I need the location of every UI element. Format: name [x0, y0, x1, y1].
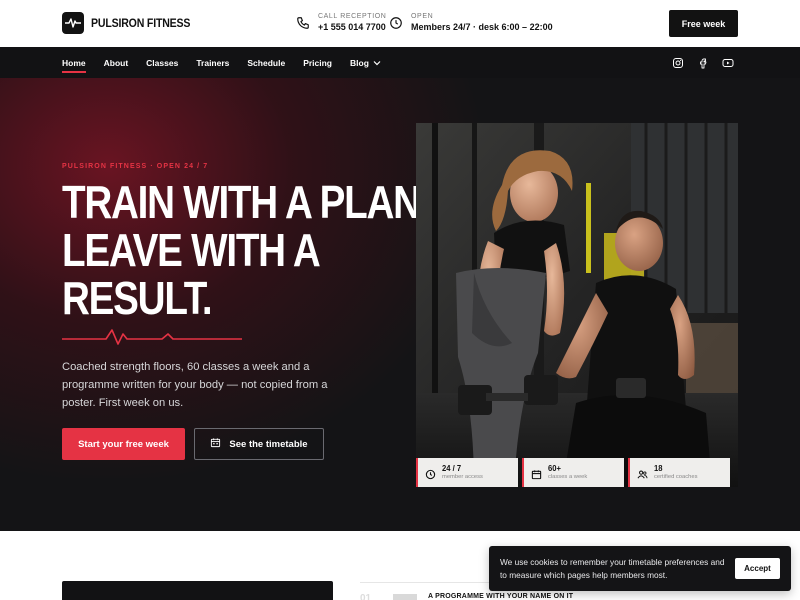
open-label: OPEN [411, 13, 434, 20]
stat-card-access: 24 / 7 member access [416, 458, 518, 487]
headline-line: RESULT. [62, 272, 213, 324]
nav-label: Trainers [196, 57, 230, 68]
cookie-banner: We use cookies to remember your timetabl… [489, 546, 791, 591]
instagram-icon[interactable] [672, 56, 684, 68]
phone-icon [296, 16, 310, 30]
hero-photo [416, 123, 738, 487]
stat-value: 18 [654, 463, 663, 474]
pulse-logo-icon [62, 12, 84, 34]
brand-name: PULSIRON FITNESS [91, 16, 191, 30]
stat-label: certified coaches [654, 473, 698, 480]
accept-cookies-button[interactable]: Accept [735, 558, 780, 579]
clock-icon [425, 467, 436, 480]
stat-value: 24 / 7 [442, 463, 462, 474]
hero-headline: TRAIN WITH A PLAN. LEAVE WITH A RESULT. [62, 176, 431, 324]
row-number: 01 [360, 593, 372, 600]
facebook-icon[interactable] [697, 56, 709, 69]
calendar-icon [210, 437, 221, 451]
coaches-icon [637, 467, 648, 479]
opening-hours: OPEN Members 24/7 · desk 6:00 – 22:00 [389, 13, 553, 32]
nav-label: Pricing [303, 57, 332, 68]
hero-lede: Coached strength floors, 60 classes a we… [62, 361, 328, 409]
nav-links: Home About Classes Trainers Schedule Pri… [62, 47, 399, 78]
row-title: A PROGRAMME WITH YOUR NAME ON IT [428, 593, 574, 600]
brand-logo[interactable]: PULSIRON FITNESS [62, 12, 204, 34]
top-bar: PULSIRON FITNESS CALL RECEPTION +1 555 0… [0, 0, 800, 47]
heartbeat-divider [62, 329, 242, 345]
see-timetable-button[interactable]: See the timetable [194, 428, 324, 460]
nav-item-about[interactable]: About [104, 47, 129, 78]
clock-icon [389, 16, 403, 30]
headline-line: LEAVE WITH A [62, 224, 321, 276]
see-timetable-label: See the timetable [229, 438, 308, 450]
hero-section: PULSIRON FITNESS · OPEN 24 / 7 TRAIN WIT… [0, 78, 800, 531]
reception-label: CALL RECEPTION [318, 13, 387, 20]
nav-label: Classes [146, 57, 179, 68]
nav-item-classes[interactable]: Classes [146, 47, 178, 78]
reception-phone[interactable]: +1 555 014 7700 [318, 23, 386, 32]
nav-item-schedule[interactable]: Schedule [247, 47, 285, 78]
feature-panel [62, 581, 333, 600]
nav-label: About [103, 57, 129, 68]
nav-label: Schedule [247, 57, 286, 68]
reception-contact[interactable]: CALL RECEPTION +1 555 014 7700 [296, 13, 386, 32]
chevron-down-icon [373, 58, 381, 68]
stat-label: classes a week [548, 473, 588, 480]
open-hours: Members 24/7 · desk 6:00 – 22:00 [411, 22, 553, 32]
stat-label: member access [442, 473, 483, 480]
hero-eyebrow: PULSIRON FITNESS · OPEN 24 / 7 [62, 163, 209, 170]
nav-item-pricing[interactable]: Pricing [303, 47, 332, 78]
free-week-button[interactable]: Free week [669, 10, 738, 37]
stat-value: 60+ [548, 463, 561, 474]
nav-item-trainers[interactable]: Trainers [196, 47, 229, 78]
nav-label: Blog [350, 57, 369, 68]
start-free-week-button[interactable]: Start your free week [62, 428, 185, 460]
main-nav: Home About Classes Trainers Schedule Pri… [0, 47, 800, 78]
social-links [672, 56, 734, 69]
stat-card-coaches: 18 certified coaches [628, 458, 730, 487]
calendar-icon [531, 467, 542, 480]
youtube-icon[interactable] [722, 56, 734, 68]
nav-item-blog[interactable]: Blog [350, 47, 381, 78]
nav-label: Home [62, 57, 86, 68]
cookie-text: We use cookies to remember your timetabl… [500, 557, 725, 580]
row-thumbnail [393, 594, 417, 600]
nav-item-home[interactable]: Home [62, 47, 86, 78]
stat-card-classes: 60+ classes a week [522, 458, 624, 487]
headline-line: TRAIN WITH A PLAN. [62, 176, 431, 228]
